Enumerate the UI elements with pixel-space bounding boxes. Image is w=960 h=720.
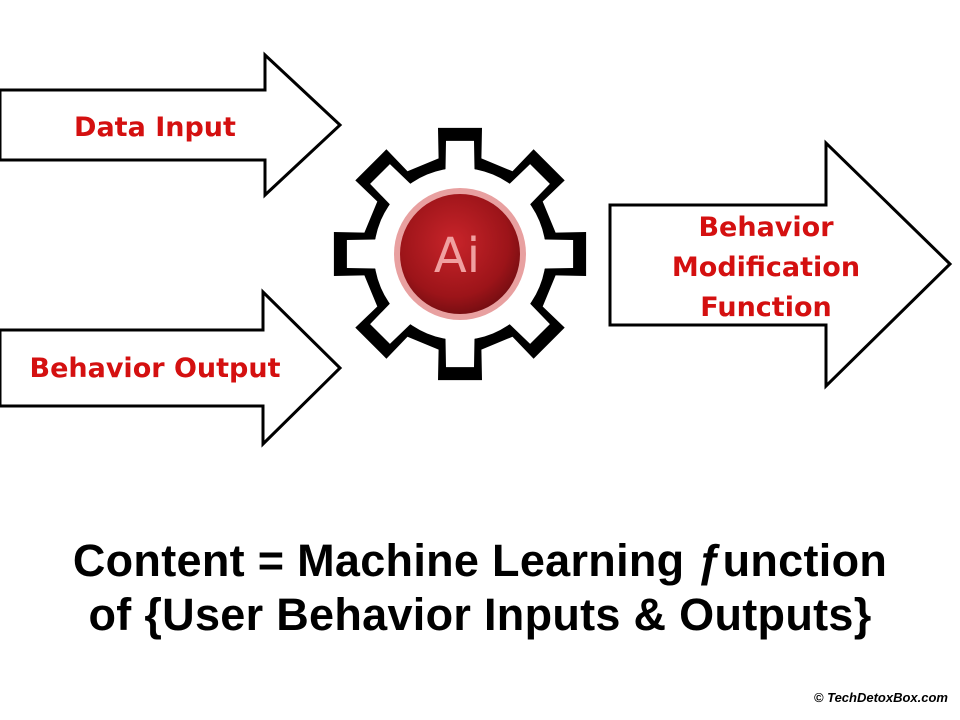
- output-line-1: Behavior: [698, 212, 834, 243]
- data-input-label: Data Input: [74, 112, 236, 143]
- ml-feedback-diagram: Data Input Behavior Output Behavior Modi…: [0, 51, 953, 448]
- data-input-arrow: Data Input: [0, 51, 343, 199]
- equation-line-1: Content = Machine Learning ƒunction: [72, 535, 888, 586]
- behavior-modification-arrow: Behavior Modification Function: [608, 139, 953, 390]
- equation-caption: Content = Machine Learning ƒunction of {…: [0, 534, 960, 642]
- ai-badge: Ai: [394, 188, 526, 320]
- equation-line-2: of {User Behavior Inputs & Outputs}: [88, 589, 872, 640]
- copyright-notice: © TechDetoxBox.com: [813, 690, 948, 705]
- behavior-output-arrow: Behavior Output: [0, 288, 343, 448]
- output-line-3: Function: [700, 292, 831, 323]
- output-line-2: Modification: [672, 252, 860, 283]
- ai-badge-text: Ai: [434, 228, 480, 284]
- behavior-output-label: Behavior Output: [30, 353, 281, 384]
